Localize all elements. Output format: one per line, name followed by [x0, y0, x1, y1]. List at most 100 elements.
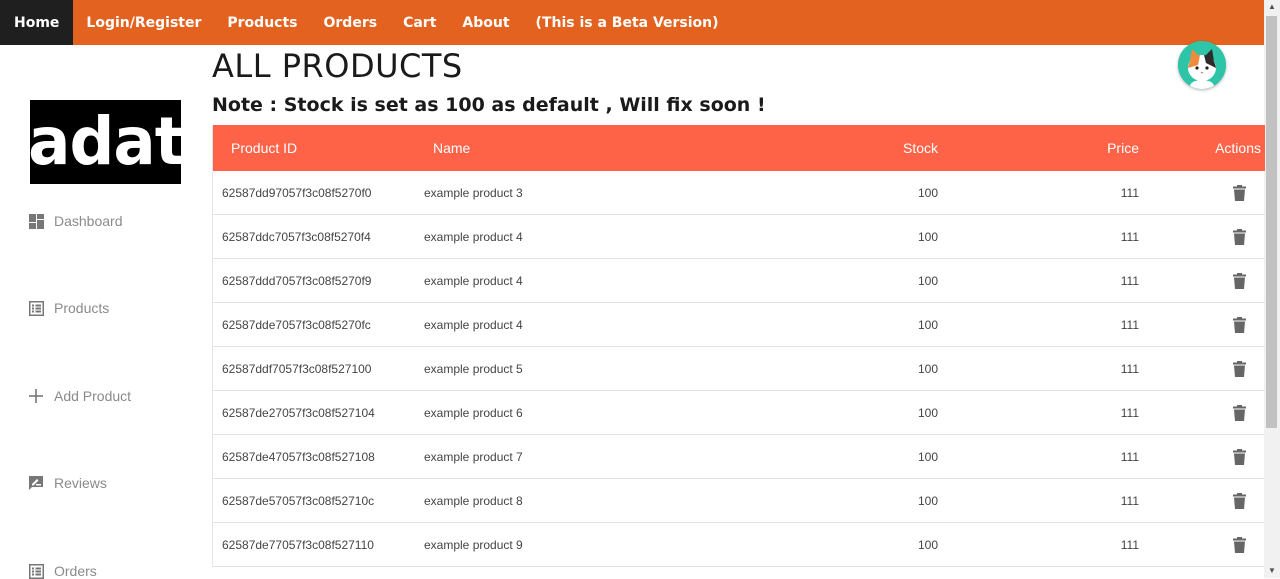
stock-note: Note : Stock is set as 100 as default , …: [212, 94, 766, 116]
page-title: ALL PRODUCTS: [212, 47, 463, 85]
trash-icon[interactable]: [1233, 228, 1246, 245]
dashboard-icon: [28, 213, 44, 229]
cell-product-id: 62587ddf7057f3c08f527100: [222, 361, 372, 376]
table-header: Product ID Name Stock Price Actions: [213, 125, 1265, 171]
cell-price: 111: [1120, 449, 1139, 464]
cell-stock: 100: [917, 317, 938, 332]
column-header-name: Name: [433, 140, 471, 156]
trash-icon[interactable]: [1233, 536, 1246, 553]
cell-stock: 100: [917, 361, 938, 376]
cell-stock: 100: [917, 185, 938, 200]
cell-actions: [1139, 360, 1265, 377]
cell-price: 111: [1120, 537, 1139, 552]
cat-avatar-icon: [1178, 41, 1226, 89]
sidebar-item-label: Add Product: [54, 388, 132, 404]
nav-orders[interactable]: Orders: [311, 0, 391, 45]
cell-actions: [1139, 228, 1265, 245]
cell-name: example product 8: [424, 493, 523, 508]
list-icon: [28, 300, 44, 316]
cell-price: 111: [1120, 317, 1139, 332]
cell-price: 111: [1120, 493, 1139, 508]
cell-stock: 100: [917, 405, 938, 420]
trash-icon[interactable]: [1233, 448, 1246, 465]
cell-stock: 100: [917, 493, 938, 508]
cell-name: example product 5: [424, 361, 523, 376]
cell-product-id: 62587dd97057f3c08f5270f0: [222, 185, 372, 200]
cell-product-id: 62587de27057f3c08f527104: [222, 405, 375, 420]
scroll-thumb[interactable]: [1266, 16, 1277, 428]
cell-stock: 100: [917, 229, 938, 244]
column-header-actions: Actions: [1215, 140, 1261, 156]
sidebar-item-dashboard[interactable]: Dashboard: [28, 213, 123, 229]
table-row: 62587ddf7057f3c08f527100 example product…: [213, 347, 1265, 391]
table-row: 62587ddc7057f3c08f5270f4 example product…: [213, 215, 1265, 259]
cell-actions: [1139, 404, 1265, 421]
plus-icon: [28, 388, 44, 404]
sidebar-item-reviews[interactable]: Reviews: [28, 475, 107, 491]
sidebar-item-label: Dashboard: [54, 213, 123, 229]
sidebar-item-label: Reviews: [54, 475, 107, 491]
trash-icon[interactable]: [1233, 272, 1246, 289]
table-row: 62587dd97057f3c08f5270f0 example product…: [213, 171, 1265, 215]
cell-name: example product 9: [424, 537, 523, 552]
top-navbar: Home Login/Register Products Orders Cart…: [0, 0, 1264, 45]
sidebar-item-products[interactable]: Products: [28, 300, 109, 316]
sidebar-item-add-product[interactable]: Add Product: [28, 388, 131, 404]
table-row: 62587de77057f3c08f527110 example product…: [213, 523, 1265, 567]
cell-price: 111: [1120, 361, 1139, 376]
cell-actions: [1139, 492, 1265, 509]
cell-price: 111: [1120, 229, 1139, 244]
trash-icon[interactable]: [1233, 316, 1246, 333]
cell-actions: [1139, 316, 1265, 333]
cell-product-id: 62587ddd7057f3c08f5270f9: [222, 273, 372, 288]
cell-product-id: 62587de57057f3c08f52710c: [222, 493, 375, 508]
scroll-up-arrow-icon[interactable]: ▲: [1264, 0, 1280, 14]
cell-name: example product 4: [424, 273, 523, 288]
list-icon: [28, 563, 44, 579]
cell-price: 111: [1120, 273, 1139, 288]
cell-product-id: 62587dde7057f3c08f5270fc: [222, 317, 371, 332]
table-row: 62587de27057f3c08f527104 example product…: [213, 391, 1265, 435]
cell-name: example product 4: [424, 317, 523, 332]
nav-products[interactable]: Products: [214, 0, 310, 45]
nav-login-register[interactable]: Login/Register: [73, 0, 214, 45]
table-row: 62587de57057f3c08f52710c example product…: [213, 479, 1265, 523]
cell-product-id: 62587de77057f3c08f527110: [222, 537, 374, 552]
nav-about[interactable]: About: [449, 0, 522, 45]
table-row: 62587ddd7057f3c08f5270f9 example product…: [213, 259, 1265, 303]
nav-cart[interactable]: Cart: [390, 0, 449, 45]
trash-icon[interactable]: [1233, 360, 1246, 377]
products-table: Product ID Name Stock Price Actions 6258…: [212, 125, 1265, 567]
cell-product-id: 62587de47057f3c08f527108: [222, 449, 375, 464]
user-avatar[interactable]: [1178, 41, 1226, 89]
brand-logo[interactable]: adat: [27, 100, 185, 184]
trash-icon[interactable]: [1233, 404, 1246, 421]
cell-price: 111: [1120, 405, 1139, 420]
column-header-stock: Stock: [902, 140, 938, 156]
nav-home[interactable]: Home: [0, 0, 74, 45]
page-scrollbar[interactable]: ▲ ▼: [1264, 0, 1280, 578]
cell-actions: [1139, 184, 1265, 201]
cell-name: example product 7: [424, 449, 523, 464]
table-row: 62587dde7057f3c08f5270fc example product…: [213, 303, 1265, 347]
table-row: 62587de47057f3c08f527108 example product…: [213, 435, 1265, 479]
cell-name: example product 4: [424, 229, 523, 244]
trash-icon[interactable]: [1233, 184, 1246, 201]
sidebar-item-label: Products: [54, 300, 110, 316]
cell-stock: 100: [917, 537, 938, 552]
sidebar-item-orders[interactable]: Orders: [28, 563, 97, 579]
cell-actions: [1139, 448, 1265, 465]
cell-stock: 100: [917, 273, 938, 288]
brand-logo-text: adat: [27, 103, 185, 180]
rate-review-icon: [28, 475, 44, 491]
trash-icon[interactable]: [1233, 492, 1246, 509]
cell-actions: [1139, 272, 1265, 289]
column-header-price: Price: [1107, 140, 1139, 156]
cell-stock: 100: [917, 449, 938, 464]
nav-beta-notice[interactable]: (This is a Beta Version): [523, 0, 732, 45]
cell-name: example product 3: [424, 185, 523, 200]
sidebar-item-label: Orders: [54, 563, 97, 579]
sidebar: adat Dashboard Products Add Product Revi…: [0, 45, 211, 579]
cell-product-id: 62587ddc7057f3c08f5270f4: [222, 229, 371, 244]
scroll-down-arrow-icon[interactable]: ▼: [1264, 564, 1280, 578]
